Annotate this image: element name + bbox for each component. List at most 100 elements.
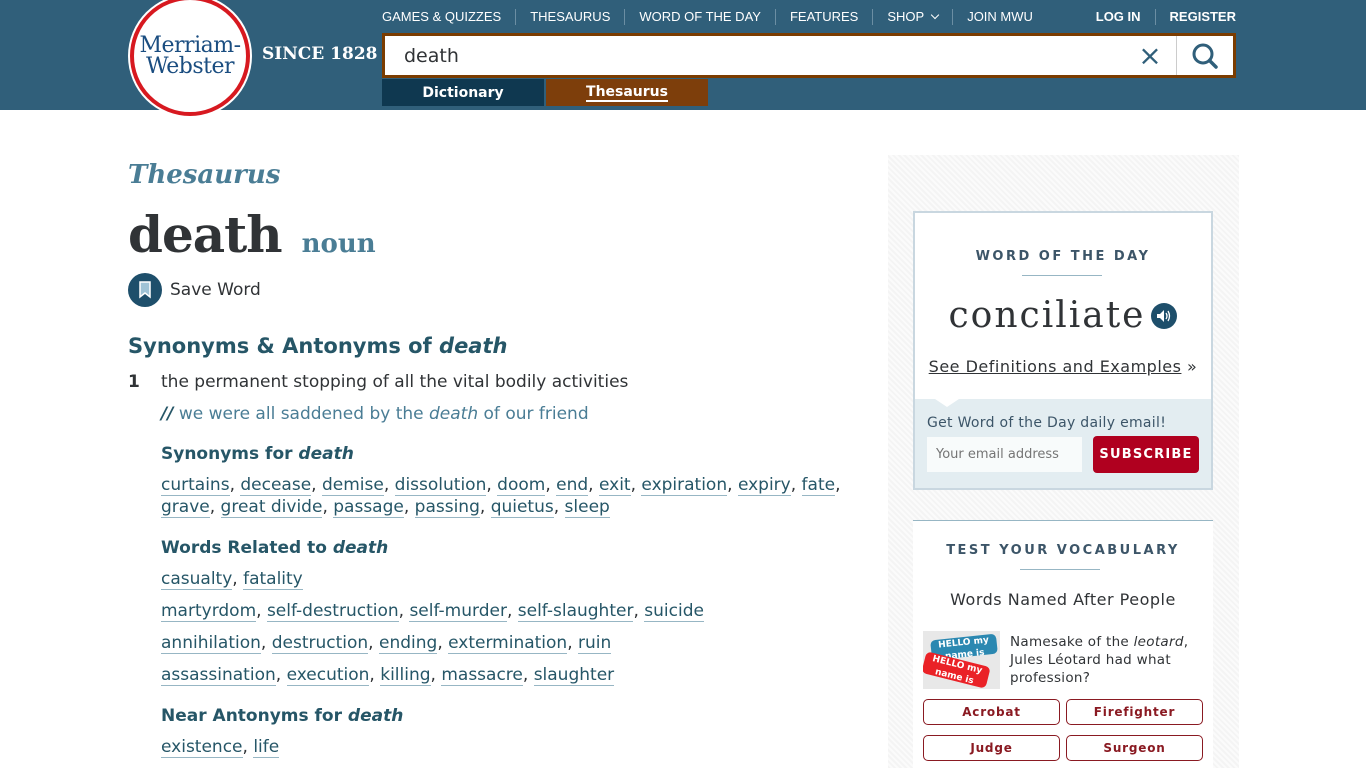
word-link-fatality[interactable]: fatality: [243, 569, 303, 590]
search-input[interactable]: [385, 36, 1124, 75]
login-link[interactable]: LOG IN: [1082, 9, 1155, 25]
word-link-passing[interactable]: passing: [414, 497, 480, 518]
word-link-expiry[interactable]: expiry: [737, 475, 791, 496]
quiz-divider: [1020, 569, 1100, 570]
chevron-down-icon: [930, 10, 940, 20]
nav-thesaurus[interactable]: THESAURUS: [515, 9, 624, 25]
word-link-fate[interactable]: fate: [801, 475, 836, 496]
tab-dictionary-label: Dictionary: [422, 84, 504, 101]
synonyms-list: curtains, decease, demise, dissolution, …: [161, 475, 841, 518]
tab-thesaurus-label: Thesaurus: [586, 83, 668, 102]
quiz-kicker: TEST YOUR VOCABULARY: [946, 543, 1180, 558]
merriam-webster-logo[interactable]: Merriam- Webster: [130, 0, 250, 116]
quiz-question-word: leotard: [1133, 634, 1184, 650]
word-link-great-divide[interactable]: great divide: [220, 497, 323, 518]
example-marker: //: [161, 404, 174, 424]
synonyms-heading-prefix: Synonyms for: [161, 444, 299, 464]
subscribe-button[interactable]: SUBSCRIBE: [1093, 436, 1199, 473]
register-link[interactable]: REGISTER: [1154, 9, 1236, 25]
see-definitions-link[interactable]: See Definitions and Examples: [929, 357, 1182, 376]
answer-surgeon[interactable]: Surgeon: [1066, 735, 1203, 761]
part-of-speech[interactable]: noun: [302, 229, 376, 259]
word-link-exit[interactable]: exit: [598, 475, 631, 496]
word-link-execution[interactable]: execution: [286, 665, 370, 686]
word-link-expiration[interactable]: expiration: [641, 475, 728, 496]
word-link-killing[interactable]: killing: [380, 665, 431, 686]
tab-dictionary[interactable]: Dictionary: [382, 79, 544, 106]
save-word-button[interactable]: Save Word: [128, 273, 261, 307]
related-group-3: annihilation, destruction, ending, exter…: [161, 633, 612, 654]
word-link-end[interactable]: end: [556, 475, 589, 496]
word-link-ending[interactable]: ending: [378, 633, 438, 654]
word-link-casualty[interactable]: casualty: [161, 569, 233, 590]
near-antonyms-list: existence, life: [161, 737, 280, 758]
answer-acrobat[interactable]: Acrobat: [923, 699, 1060, 725]
nav-features[interactable]: FEATURES: [774, 9, 872, 25]
search-button[interactable]: [1176, 36, 1233, 75]
word-link-annihilation[interactable]: annihilation: [161, 633, 261, 654]
word-link-demise[interactable]: demise: [321, 475, 384, 496]
see-definitions-arrow: »: [1181, 357, 1198, 376]
word-link-curtains[interactable]: curtains: [161, 475, 230, 496]
near-antonyms-heading: Near Antonyms for death: [161, 706, 403, 726]
word-link-dissolution[interactable]: dissolution: [394, 475, 487, 496]
top-nav: GAMES & QUIZZES THESAURUS WORD OF THE DA…: [382, 9, 1047, 25]
word-link-decease[interactable]: decease: [240, 475, 312, 496]
nav-games-quizzes[interactable]: GAMES & QUIZZES: [382, 9, 515, 25]
word-link-quietus[interactable]: quietus: [490, 497, 554, 518]
search-icon: [1192, 43, 1218, 69]
definition-text: the permanent stopping of all the vital …: [161, 372, 629, 392]
section-label: Thesaurus: [128, 160, 281, 190]
word-link-slaughter[interactable]: slaughter: [533, 665, 615, 686]
tab-thesaurus[interactable]: Thesaurus: [546, 79, 708, 106]
answer-judge[interactable]: Judge: [923, 735, 1060, 761]
nav-join-mwu[interactable]: JOIN MWU: [952, 9, 1047, 25]
word-link-existence[interactable]: existence: [161, 737, 243, 758]
example-sentence: // we were all saddened by the death of …: [161, 404, 589, 424]
synonyms-heading-word: death: [298, 444, 354, 464]
speaker-icon[interactable]: [1151, 302, 1178, 329]
answer-firefighter[interactable]: Firefighter: [1066, 699, 1203, 725]
word-link-sleep[interactable]: sleep: [564, 497, 610, 518]
nav-shop-label: SHOP: [887, 9, 925, 24]
nav-shop[interactable]: SHOP: [872, 9, 952, 25]
word-link-destruction[interactable]: destruction: [271, 633, 369, 654]
word-link-ruin[interactable]: ruin: [578, 633, 612, 654]
clear-search-button[interactable]: ×: [1124, 36, 1176, 75]
since-1828: SINCE 1828: [262, 44, 378, 64]
vocabulary-quiz-card: TEST YOUR VOCABULARY Words Named After P…: [913, 520, 1213, 768]
word-link-assassination[interactable]: assassination: [161, 665, 276, 686]
synonyms-antonyms-heading: Synonyms & Antonyms of death: [128, 334, 507, 358]
headword-row: death noun: [128, 205, 376, 264]
example-suffix: of our friend: [478, 404, 589, 424]
word-link-self-murder[interactable]: self-murder: [409, 601, 507, 622]
save-word-label: Save Word: [170, 280, 261, 300]
site-header: Merriam- Webster SINCE 1828 GAMES & QUIZ…: [0, 0, 1366, 116]
word-link-life[interactable]: life: [253, 737, 280, 758]
synonyms-heading: Synonyms for death: [161, 444, 354, 464]
related-group-2: martyrdom, self-destruction, self-murder…: [161, 601, 704, 622]
email-signup-label: Get Word of the Day daily email!: [927, 415, 1167, 431]
auth-links: LOG IN REGISTER: [1082, 9, 1236, 25]
example-prefix: we were all saddened by the: [178, 404, 430, 424]
word-link-self-slaughter[interactable]: self-slaughter: [517, 601, 634, 622]
word-link-extermination[interactable]: extermination: [448, 633, 568, 654]
wotd-email-signup: Get Word of the Day daily email! SUBSCRI…: [915, 399, 1211, 488]
nav-word-of-the-day[interactable]: WORD OF THE DAY: [624, 9, 775, 25]
wotd-word[interactable]: conciliate: [949, 295, 1146, 336]
word-link-grave[interactable]: grave: [161, 497, 210, 518]
headword: death: [128, 205, 283, 264]
word-link-suicide[interactable]: suicide: [644, 601, 704, 622]
email-input[interactable]: [927, 437, 1082, 472]
wotd-kicker: WORD OF THE DAY: [975, 249, 1151, 264]
logo-line-2: Webster: [145, 54, 235, 79]
quiz-title[interactable]: Words Named After People: [913, 590, 1213, 609]
word-link-massacre[interactable]: massacre: [441, 665, 523, 686]
related-heading: Words Related to death: [161, 538, 388, 558]
word-link-self-destruction[interactable]: self-destruction: [266, 601, 399, 622]
word-link-passage[interactable]: passage: [333, 497, 404, 518]
word-link-doom[interactable]: doom: [497, 475, 546, 496]
related-heading-prefix: Words Related to: [161, 538, 333, 558]
related-group-4: assassination, execution, killing, massa…: [161, 665, 615, 686]
word-link-martyrdom[interactable]: martyrdom: [161, 601, 257, 622]
